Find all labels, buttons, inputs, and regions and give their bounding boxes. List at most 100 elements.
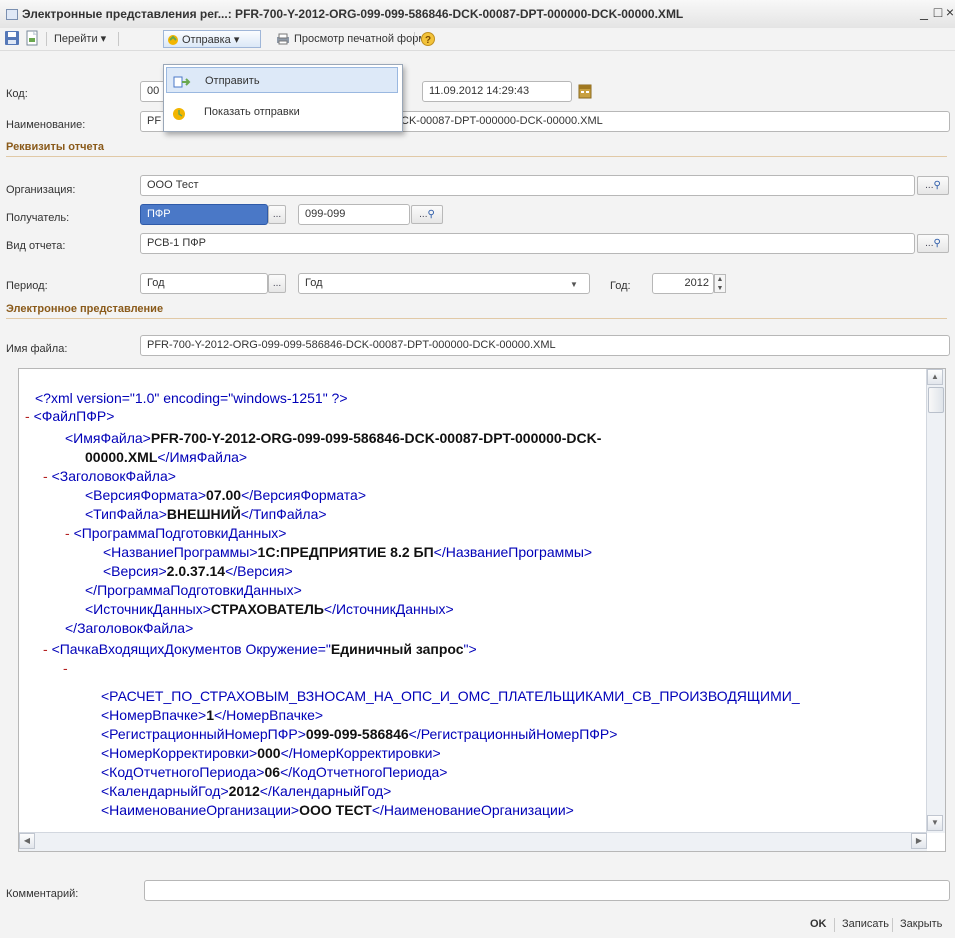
help-icon[interactable]: ? [420, 30, 436, 48]
recipient-code-select-button[interactable]: ...⚲ [411, 205, 443, 224]
xml-line: <НомерВпачке>1</НомерВпачке> [101, 706, 323, 724]
vertical-scrollbar[interactable]: ▲ ▼ [926, 369, 945, 833]
xml-line: <ИмяФайла>PFR-700-Y-2012-ORG-099-099-586… [65, 429, 601, 447]
ok-button[interactable]: OK [810, 918, 827, 930]
recipient-field[interactable]: ПФР [140, 204, 268, 225]
toolbar-separator [118, 32, 119, 46]
xml-value: 2.0.37.14 [166, 563, 226, 579]
section-report-details: Реквизиты отчета [6, 141, 104, 153]
name-label: Наименование: [6, 119, 86, 131]
report-type-select-button[interactable]: ...⚲ [917, 234, 949, 253]
filename-field[interactable]: PFR-700-Y-2012-ORG-099-099-586846-DCK-00… [140, 335, 950, 356]
goto-menu[interactable]: Перейти ▾ [54, 30, 106, 48]
report-type-label: Вид отчета: [6, 240, 66, 252]
section-electronic-representation: Электронное представление [6, 303, 164, 315]
date-field[interactable]: 11.09.2012 14:29:43 [422, 81, 572, 102]
collapse-toggle[interactable]: - [43, 468, 48, 484]
xml-tag: </НомерВпачке> [214, 707, 324, 723]
comment-label: Комментарий: [6, 888, 79, 900]
send-document-icon [173, 73, 191, 99]
horizontal-scrollbar[interactable]: ◀ ▶ [19, 832, 927, 851]
xml-tag: <НаименованиеОрганизации> [101, 802, 300, 818]
period-field[interactable]: Год [140, 273, 268, 294]
organization-select-button[interactable]: ...⚲ [917, 176, 949, 195]
report-type-field[interactable]: РСВ-1 ПФР [140, 233, 915, 254]
organization-field[interactable]: ООО Тест [140, 175, 915, 196]
xml-value: СТРАХОВАТЕЛЬ [210, 601, 324, 617]
scroll-left-icon[interactable]: ◀ [19, 833, 35, 849]
xml-line: <?xml version="1.0" encoding="windows-12… [35, 390, 348, 406]
xml-content: <?xml version="1.0" encoding="windows-12… [19, 369, 927, 833]
xml-line: <ВерсияФормата>07.00</ВерсияФормата> [85, 486, 366, 504]
title-bar: Электронные представления рег...: PFR-70… [0, 0, 955, 29]
send-icon [167, 34, 179, 52]
xml-tag: <НазваниеПрограммы> [103, 544, 258, 560]
close-button[interactable]: × [942, 4, 955, 22]
print-preview-button[interactable]: Просмотр печатной формы [276, 30, 434, 48]
xml-value: 07.00 [206, 487, 242, 503]
name-field[interactable]: CK-00087-DPT-000000-DCK-00000.XML [398, 111, 950, 132]
xml-line: - <ПрограммаПодготовкиДанных> [65, 524, 286, 542]
filename-label: Имя файла: [6, 343, 68, 355]
scroll-down-icon[interactable]: ▼ [927, 815, 943, 831]
xml-line: </ЗаголовокФайла> [65, 620, 194, 636]
window-icon [6, 9, 18, 20]
xml-line: <НаименованиеОрганизации>ООО ТЕСТ</Наиме… [101, 801, 574, 819]
xml-tag: </КодОтчетногоПериода> [280, 764, 448, 780]
xml-viewer[interactable]: <?xml version="1.0" encoding="windows-12… [18, 368, 946, 852]
recipient-label: Получатель: [6, 212, 70, 224]
collapse-toggle[interactable]: - [63, 660, 68, 676]
xml-line: <КодОтчетногоПериода>06</КодОтчетногоПер… [101, 763, 447, 781]
organization-label: Организация: [6, 184, 76, 196]
collapse-toggle[interactable]: - [65, 525, 70, 541]
recipient-select-button[interactable]: ... [268, 205, 286, 224]
xml-tag: "> [463, 641, 477, 657]
xml-line: <НомерКорректировки>000</НомерКорректиро… [101, 744, 441, 762]
comment-field[interactable] [144, 880, 950, 901]
collapse-toggle[interactable]: - [43, 641, 48, 657]
xml-value: 00000.XML [85, 449, 158, 465]
button-separator [834, 918, 835, 932]
calendar-icon[interactable] [578, 83, 592, 102]
xml-tag: <КалендарныйГод> [101, 783, 229, 799]
period-dropdown[interactable]: Год [298, 273, 590, 294]
xml-value: 06 [264, 764, 281, 780]
scroll-right-icon[interactable]: ▶ [911, 833, 927, 849]
search-icon: ⚲ [933, 238, 941, 249]
xml-line: <ИсточникДанных>СТРАХОВАТЕЛЬ</ИсточникДа… [85, 600, 454, 618]
menu-item-send[interactable]: Отправить [166, 67, 398, 93]
xml-value: 099-099-586846 [305, 726, 409, 742]
xml-value: ООО ТЕСТ [299, 802, 372, 818]
xml-value: ВНЕШНИЙ [166, 506, 241, 522]
xml-line: - [63, 659, 68, 677]
xml-line: - <ПачкаВходящихДокументов Окружение="Ед… [43, 640, 477, 658]
document-icon[interactable] [24, 30, 40, 48]
send-dropdown-menu: Отправить Показать отправки [163, 64, 403, 132]
xml-tag: </НаименованиеОрганизации> [371, 802, 574, 818]
recipient-code-field[interactable]: 099-099 [298, 204, 410, 225]
chevron-down-icon[interactable]: ▼ [570, 280, 578, 289]
xml-line: - <ФайлПФР> [25, 407, 114, 425]
section-divider [6, 156, 947, 157]
toolbar-separator [46, 32, 47, 46]
year-stepper[interactable]: ▲ ▼ [714, 274, 726, 293]
menu-item-show-sendings[interactable]: Показать отправки [166, 99, 398, 125]
send-menu-button[interactable]: Отправка ▾ [163, 30, 261, 48]
xml-tag: </КалендарныйГод> [259, 783, 392, 799]
collapse-toggle[interactable]: - [25, 408, 30, 424]
code-label: Код: [6, 88, 28, 100]
year-label: Год: [610, 280, 631, 292]
vertical-scroll-thumb[interactable] [928, 387, 944, 413]
xml-tag: </НомерКорректировки> [280, 745, 441, 761]
period-select-button[interactable]: ... [268, 274, 286, 293]
xml-tag: <РегистрационныйНомерПФР> [101, 726, 306, 742]
xml-value: 000 [257, 745, 281, 761]
menu-item-label: Отправить [205, 75, 260, 87]
year-field[interactable]: 2012 [652, 273, 714, 294]
save-button[interactable]: Записать [842, 918, 889, 930]
close-dialog-button[interactable]: Закрыть [900, 918, 942, 930]
save-icon[interactable] [4, 30, 20, 48]
xml-value: 1С:ПРЕДПРИЯТИЕ 8.2 БП [257, 544, 434, 560]
xml-tag: <КодОтчетногоПериода> [101, 764, 265, 780]
scroll-up-icon[interactable]: ▲ [927, 369, 943, 385]
